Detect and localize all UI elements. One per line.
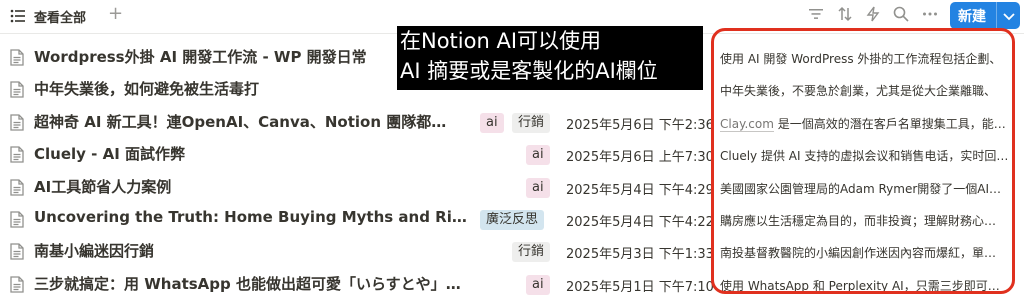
row-title[interactable]: 超神奇 AI 新工具！連OpenAI、Canva、Notion 團隊都… — [34, 111, 446, 132]
search-icon[interactable] — [893, 6, 909, 22]
row-date: 2025年5月4日 下午4:29 — [566, 182, 714, 198]
page-icon — [10, 49, 24, 70]
more-icon[interactable] — [922, 6, 938, 22]
new-button[interactable]: 新建 — [950, 2, 1020, 29]
tag-badge: 行銷 — [512, 112, 551, 133]
list-icon — [10, 9, 25, 23]
row-title[interactable]: AI工具節省人力案例 — [34, 176, 171, 197]
row-title[interactable]: 中年失業後，如何避免被生活毒打 — [34, 78, 259, 99]
tag-badge: 行銷 — [512, 242, 551, 263]
sort-icon[interactable] — [837, 6, 853, 22]
tag-badge: ai — [526, 145, 550, 166]
view-tab-all[interactable]: 查看全部 — [10, 6, 86, 26]
new-button-separator — [996, 2, 997, 29]
tag-badge: 廣泛反思 — [480, 209, 545, 230]
caption-line-2: AI 摘要或是客製化的AI欄位 — [400, 59, 658, 83]
row-title[interactable]: Uncovering the Truth: Home Buying Myths … — [34, 208, 470, 226]
caption-line-1: 在Notion AI可以使用 — [400, 29, 602, 53]
automation-icon[interactable] — [866, 6, 880, 22]
view-tab-label: 查看全部 — [34, 10, 87, 26]
row-title[interactable]: 南基小編迷因行銷 — [34, 240, 154, 261]
new-button-label: 新建 — [958, 8, 986, 25]
tag-badge: ai — [480, 112, 504, 133]
tag-badge: ai — [526, 177, 550, 198]
page-icon — [10, 146, 24, 167]
row-date: 2025年5月6日 下午2:36 — [566, 117, 714, 133]
filter-icon[interactable] — [808, 7, 824, 21]
page-icon — [10, 211, 24, 232]
page-icon — [10, 81, 24, 102]
row-title[interactable]: Cluely - AI 面試作弊 — [34, 143, 185, 164]
row-title[interactable]: 三步就搞定：用 WhatsApp 也能做出超可愛「いらすとや」風… — [34, 273, 470, 294]
tag-badge: ai — [526, 274, 550, 295]
add-view-button[interactable]: + — [108, 4, 123, 24]
page-icon — [10, 178, 24, 200]
row-date: 2025年5月3日 下午1:33 — [566, 247, 714, 263]
page-icon — [10, 114, 24, 135]
chevron-down-icon[interactable] — [1003, 6, 1015, 25]
caption-overlay: 在Notion AI可以使用 AI 摘要或是客製化的AI欄位 — [397, 26, 703, 90]
page-icon — [10, 276, 24, 297]
row-date: 2025年5月6日 上午7:30 — [566, 150, 714, 166]
page-icon — [10, 243, 24, 264]
row-title[interactable]: Wordpress外掛 AI 開發工作流 - WP 開發日常 — [34, 46, 367, 67]
row-date: 2025年5月1日 下午7:10 — [566, 279, 714, 295]
row-date: 2025年5月4日 下午4:22 — [566, 214, 714, 230]
ai-summary-highlight-box — [711, 28, 1015, 294]
